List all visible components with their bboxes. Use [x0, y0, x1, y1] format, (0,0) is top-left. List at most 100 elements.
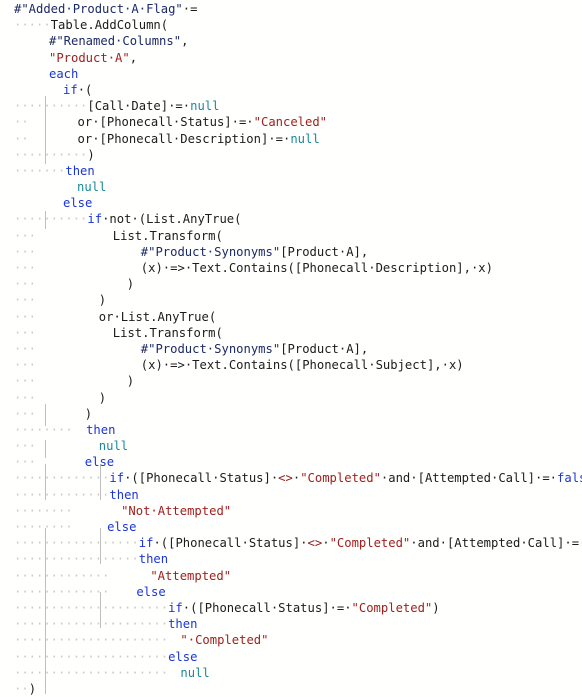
code-token-plain: or: [98, 309, 114, 324]
whitespace-dots: ·············: [14, 487, 110, 502]
code-line[interactable]: #"Renamed·Columns",: [0, 33, 582, 49]
whitespace-dots: ·············: [14, 568, 110, 583]
code-token-plain: ): [126, 277, 135, 292]
code-token-kw: else: [63, 196, 93, 211]
code-line[interactable]: ··· #"Product·Synonyms"[Product·A],: [0, 341, 582, 357]
code-line[interactable]: ··· else: [0, 454, 582, 470]
code-line[interactable]: ····················· null: [0, 665, 582, 681]
whitespace-dots: ········: [14, 503, 73, 518]
code-line[interactable]: ··· List.Transform(: [0, 228, 582, 244]
code-token-ident: #"Product·Synonyms": [140, 341, 281, 356]
code-token-plain: ,: [129, 50, 138, 65]
code-line[interactable]: ·················then: [0, 551, 582, 567]
code-line[interactable]: ··· or·List.AnyTrue(: [0, 309, 582, 325]
code-line[interactable]: #"Added·Product·A·Flag"·=: [0, 1, 582, 17]
code-line[interactable]: ··· (x)·=>·Text.Contains([Phonecall·Subje…: [0, 357, 582, 373]
code-token-plain: =>: [170, 261, 185, 275]
code-line[interactable]: ········ else: [0, 519, 582, 535]
code-token-str: "Attempted": [150, 568, 232, 583]
code-token-str: "·Completed": [180, 633, 269, 648]
code-token-plain: ): [98, 293, 107, 308]
code-token-ident: #"Added·Product·A·Flag": [14, 2, 183, 16]
whitespace-dots: ··: [14, 115, 29, 130]
code-token-plain: or: [77, 131, 93, 146]
code-line[interactable]: ··········if·not·(List.AnyTrue(: [0, 211, 582, 227]
code-token-plain: Table.AddColumn(: [50, 18, 169, 33]
code-token-plain: ·: [182, 2, 191, 16]
whitespace-dots: ·····················: [14, 633, 169, 648]
code-line[interactable]: ··· null: [0, 438, 582, 454]
whitespace-dots: ···: [14, 390, 37, 405]
code-line[interactable]: ··········[Call·Date]·=·null: [0, 98, 582, 114]
code-token-str: "Canceled": [253, 115, 328, 130]
code-line[interactable]: ············· "Attempted": [0, 568, 582, 584]
code-token-plain: ): [87, 147, 95, 162]
code-token-plain: ·: [322, 536, 330, 551]
code-line[interactable]: ···): [0, 292, 582, 308]
whitespace-dots: ···: [14, 341, 37, 356]
whitespace-dots: ···: [14, 261, 37, 275]
whitespace-dots: ···: [14, 228, 37, 243]
whitespace-dots: ·············: [14, 471, 110, 486]
code-token-kw: then: [109, 487, 139, 502]
code-line[interactable]: ········ then: [0, 422, 582, 438]
code-token-plain: ): [98, 390, 107, 405]
whitespace-dots: ·······: [14, 163, 66, 178]
code-line[interactable]: ···): [0, 406, 582, 422]
code-line[interactable]: if·(: [0, 82, 582, 98]
code-line[interactable]: ····················· "·Completed": [0, 632, 582, 648]
code-line[interactable]: ·····················else: [0, 649, 582, 665]
code-token-ident: #"Renamed·Columns": [49, 34, 182, 49]
code-token-plain: ·([Phonecall·Status]·: [153, 536, 308, 551]
code-line[interactable]: ·····················then: [0, 616, 582, 632]
code-token-op: <>: [278, 471, 293, 486]
whitespace-dots: ···: [14, 325, 37, 340]
whitespace-dots: ········: [14, 520, 73, 534]
whitespace-dots: ···: [14, 406, 37, 421]
whitespace-dots: ···: [14, 309, 37, 324]
code-token-plain: ·List.AnyTrue(: [113, 309, 217, 324]
code-token-op: <>: [307, 536, 323, 551]
whitespace-dots: ·····: [14, 18, 51, 33]
code-line[interactable]: each: [0, 66, 582, 82]
code-token-plain: ·[Phonecall·Description]·=·: [92, 131, 291, 146]
code-line[interactable]: ········ "Not·Attempted": [0, 503, 582, 519]
whitespace-dots: ·····················: [14, 600, 169, 615]
whitespace-dots: ···: [14, 374, 37, 389]
code-token-kw: each: [49, 66, 79, 81]
code-token-kw: if: [63, 82, 78, 97]
code-token-plain: ·and·[Attempted·Call]·=·: [410, 536, 582, 551]
code-token-plain: ): [432, 600, 440, 615]
code-line[interactable]: ·· or·[Phonecall·Description]·=·null: [0, 131, 582, 147]
code-line[interactable]: ··· #"Product·Synonyms"[Product·A],: [0, 244, 582, 260]
code-line[interactable]: ··): [0, 681, 582, 697]
code-line[interactable]: ···): [0, 276, 582, 292]
code-token-plain: ·not·(List.AnyTrue(: [102, 212, 242, 227]
whitespace-dots: ··········: [14, 99, 88, 114]
code-line[interactable]: ·······then: [0, 163, 582, 179]
whitespace-dots: ···: [14, 439, 37, 454]
code-token-plain: ·Text.Contains([Phonecall·Subject],·x): [184, 358, 464, 373]
code-line[interactable]: else: [0, 195, 582, 211]
code-line[interactable]: ···): [0, 390, 582, 406]
code-line[interactable]: ···): [0, 373, 582, 389]
code-line[interactable]: ·····················if·([Phonecall·Stat…: [0, 600, 582, 616]
code-token-kw: else: [136, 584, 166, 599]
code-lines-container[interactable]: #"Added·Product·A·Flag"·= ·····Table.AddC…: [0, 0, 582, 697]
code-line[interactable]: ··········): [0, 147, 582, 163]
code-token-str: "Completed": [300, 471, 381, 486]
code-line[interactable]: "Product·A",: [0, 50, 582, 66]
code-token-str: "Not·Attempted": [121, 503, 232, 518]
code-line[interactable]: ·····Table.AddColumn(: [0, 17, 582, 33]
code-editor[interactable]: #"Added·Product·A·Flag"·= ·····Table.AddC…: [0, 0, 582, 697]
code-line[interactable]: ·················if·([Phonecall·Status]·…: [0, 535, 582, 551]
code-line[interactable]: ·············then: [0, 487, 582, 503]
code-line[interactable]: ·· or·[Phonecall·Status]·=·"Canceled": [0, 114, 582, 130]
code-line[interactable]: ··· List.Transform(: [0, 325, 582, 341]
code-line[interactable]: ············· else: [0, 584, 582, 600]
code-line[interactable]: ··· (x)·=>·Text.Contains([Phonecall·Descr…: [0, 260, 582, 276]
code-line[interactable]: null: [0, 179, 582, 195]
code-token-plain: =: [190, 2, 198, 16]
code-line[interactable]: ·············if·([Phonecall·Status]·<>·"…: [0, 470, 582, 486]
code-token-str: "Product·A": [49, 50, 130, 65]
